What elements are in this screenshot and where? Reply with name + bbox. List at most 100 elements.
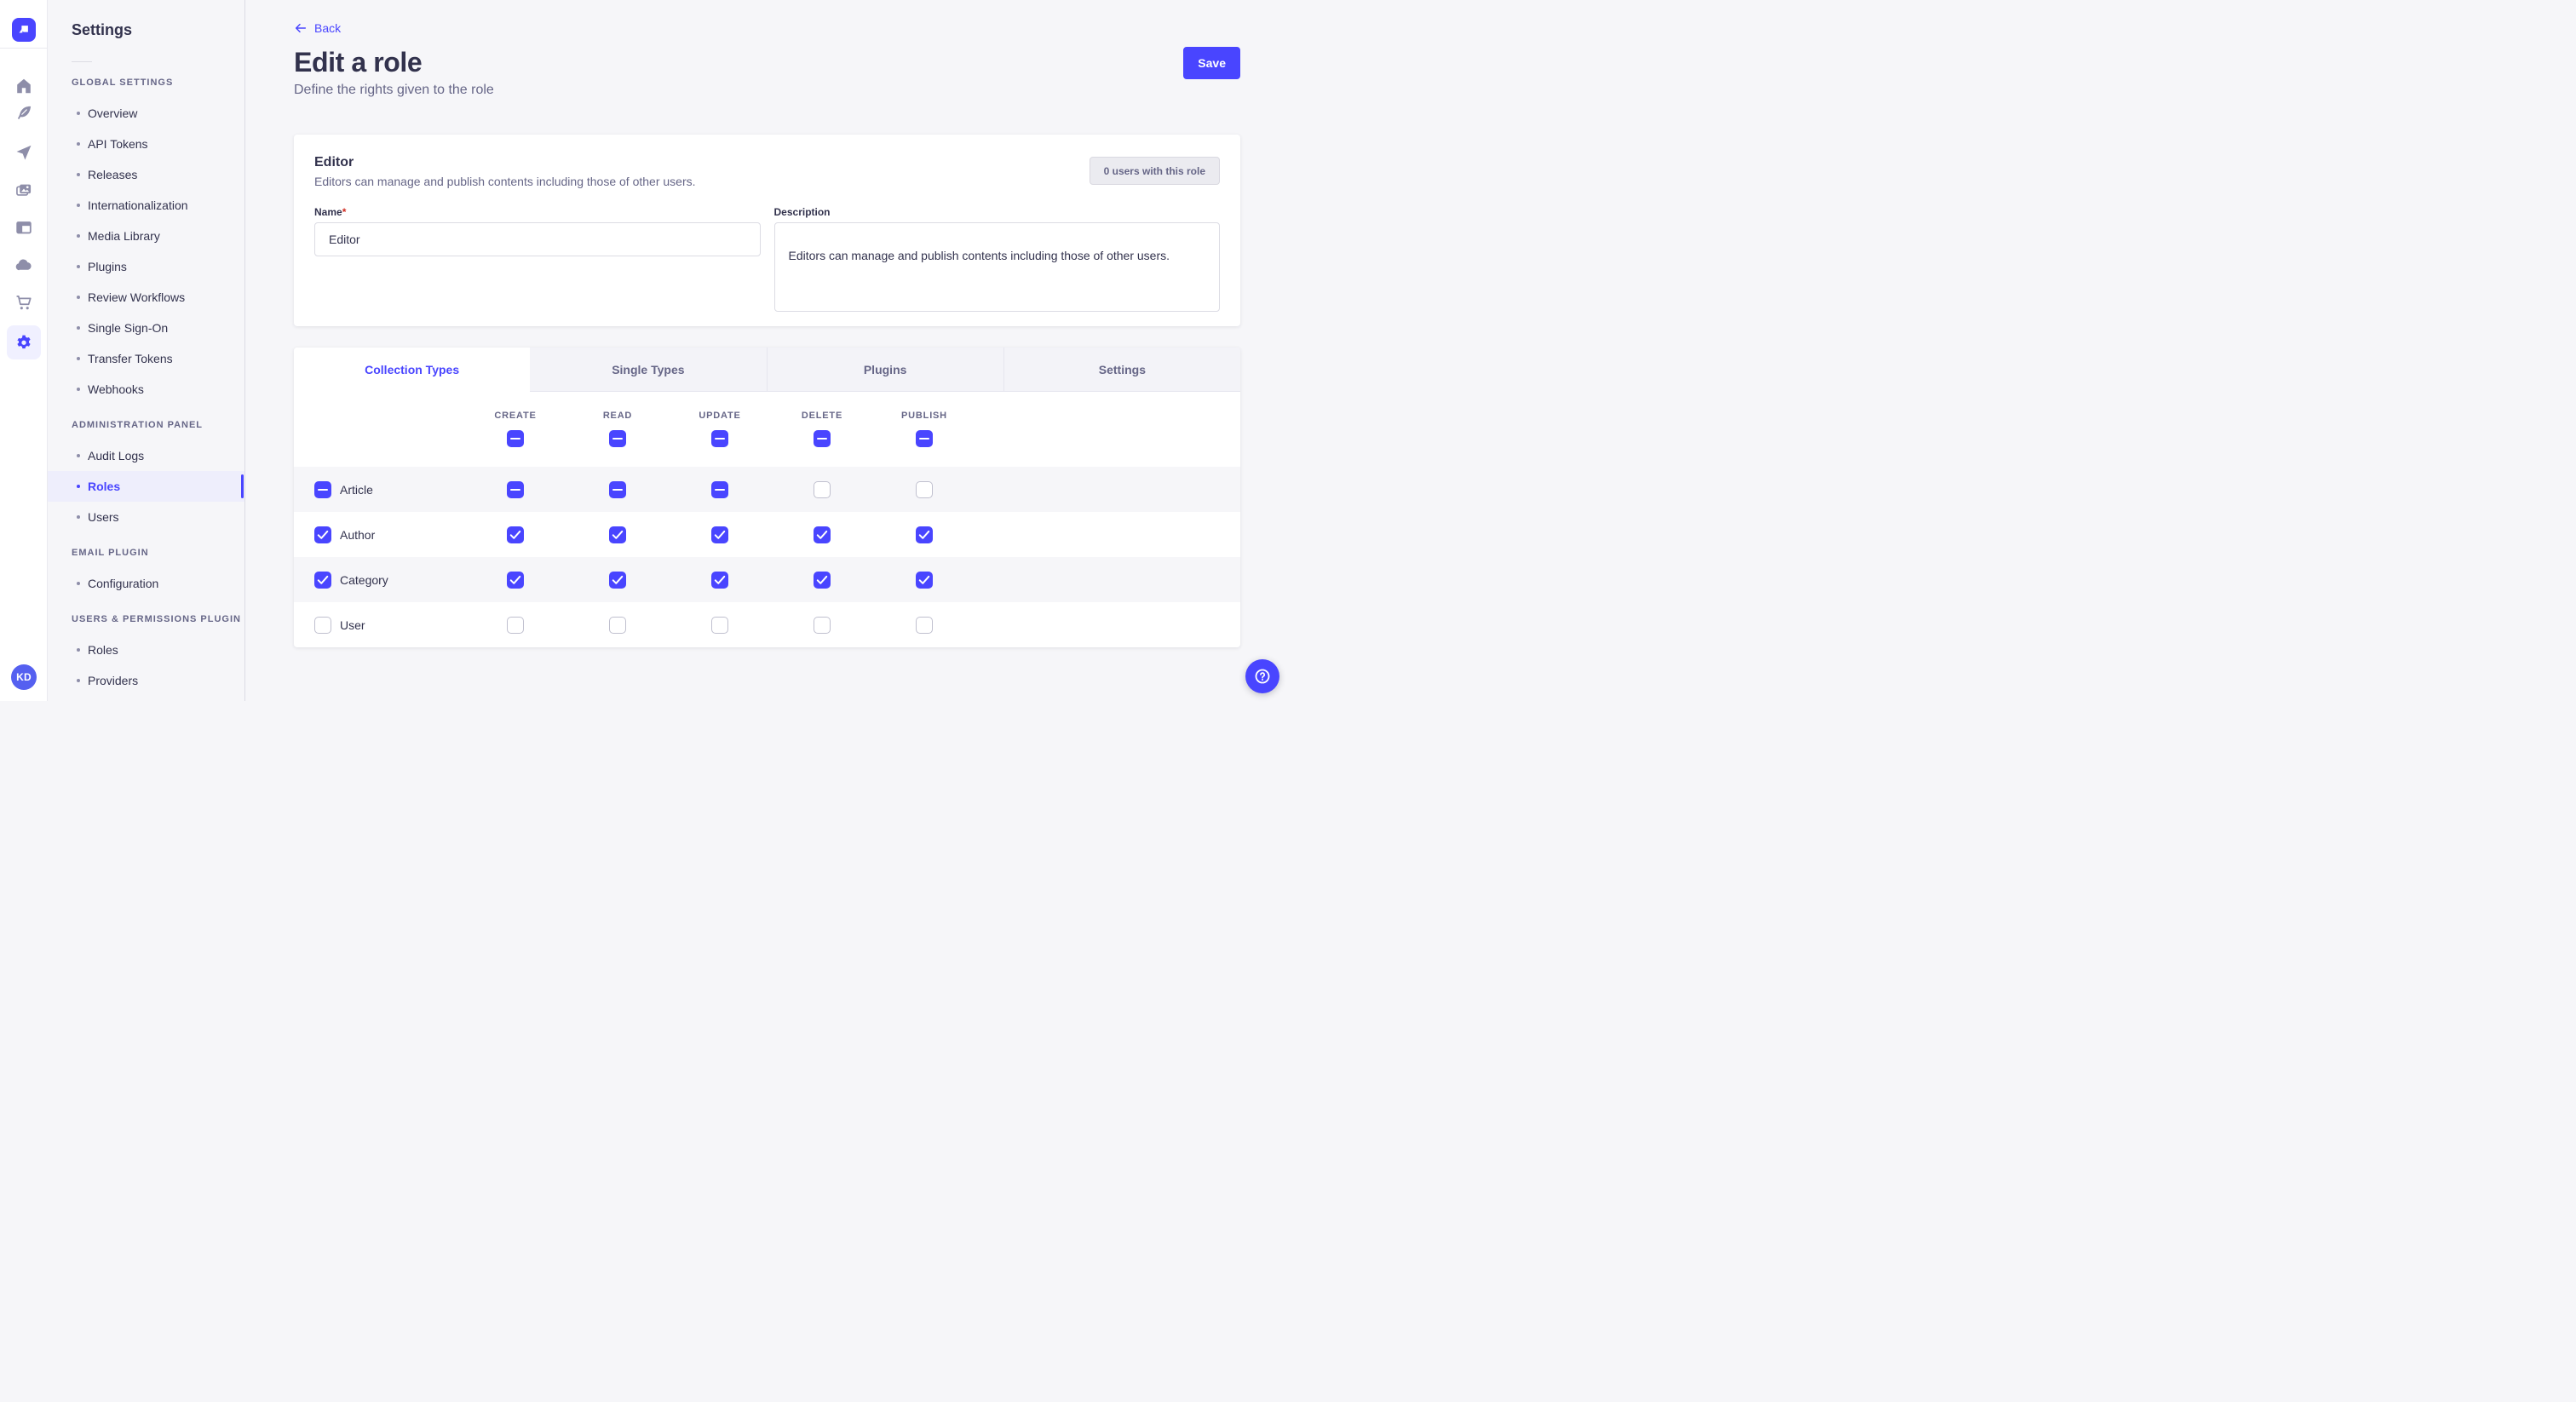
- checkbox-article-create[interactable]: [507, 481, 524, 498]
- sidebar-item-overview[interactable]: Overview: [48, 98, 244, 129]
- help-button[interactable]: [1245, 659, 1279, 693]
- checkbox-author-publish[interactable]: [916, 526, 933, 543]
- sidebar-item-single-sign-on[interactable]: Single Sign-On: [48, 313, 244, 343]
- row-checkbox-category[interactable]: [314, 572, 331, 589]
- checkbox-article-read[interactable]: [609, 481, 626, 498]
- sidebar-item-review-workflows[interactable]: Review Workflows: [48, 282, 244, 313]
- back-link[interactable]: Back: [294, 21, 341, 35]
- sidebar-item-internationalization[interactable]: Internationalization: [48, 190, 244, 221]
- tab-plugins[interactable]: Plugins: [767, 348, 1003, 392]
- checkbox-cell: [669, 430, 771, 447]
- checkbox-cell: [464, 572, 566, 589]
- column-header-delete: DELETE: [771, 411, 873, 421]
- sidebar-item-label: Media Library: [88, 229, 160, 243]
- select-all-create-checkbox[interactable]: [507, 430, 524, 447]
- sidebar-item-label: Webhooks: [88, 382, 144, 396]
- select-all-read-checkbox[interactable]: [609, 430, 626, 447]
- rail-divider: [0, 48, 48, 49]
- settings-sidebar: Settings GLOBAL SETTINGSOverviewAPI Toke…: [48, 0, 245, 701]
- tab-collection-types[interactable]: Collection Types: [294, 348, 530, 392]
- checkbox-category-create[interactable]: [507, 572, 524, 589]
- sidebar-item-users[interactable]: Users: [48, 502, 244, 532]
- save-button[interactable]: Save: [1183, 47, 1240, 79]
- checkbox-user-read[interactable]: [609, 617, 626, 634]
- select-all-delete-checkbox[interactable]: [814, 430, 831, 447]
- checkbox-user-delete[interactable]: [814, 617, 831, 634]
- column-header-read: READ: [566, 411, 669, 421]
- sidebar-item-label: Overview: [88, 106, 137, 120]
- main-nav-rail: KD: [0, 0, 48, 701]
- sidebar-item-transfer-tokens[interactable]: Transfer Tokens: [48, 343, 244, 374]
- sidebar-item-roles[interactable]: Roles: [48, 471, 244, 502]
- sidebar-item-webhooks[interactable]: Webhooks: [48, 374, 244, 405]
- tab-single-types[interactable]: Single Types: [530, 348, 766, 392]
- checkbox-cell: [669, 526, 771, 543]
- sidebar-item-label: Plugins: [88, 260, 127, 273]
- checkbox-category-publish[interactable]: [916, 572, 933, 589]
- tab-settings[interactable]: Settings: [1003, 348, 1240, 392]
- column-header-create: CREATE: [464, 411, 566, 421]
- back-label: Back: [314, 21, 341, 35]
- sidebar-item-providers[interactable]: Providers: [48, 665, 244, 696]
- checkbox-cell: [873, 430, 975, 447]
- checkbox-user-create[interactable]: [507, 617, 524, 634]
- marketplace-icon[interactable]: [0, 288, 48, 317]
- bullet-dot-icon: [77, 648, 80, 652]
- row-label: Author: [340, 528, 375, 542]
- checkbox-article-update[interactable]: [711, 481, 728, 498]
- content-type-builder-icon[interactable]: [0, 213, 48, 242]
- sidebar-item-plugins[interactable]: Plugins: [48, 251, 244, 282]
- sidebar-section-users-permissions-plugin: USERS & PERMISSIONS PLUGINRolesProviders: [48, 612, 244, 696]
- checkbox-article-delete[interactable]: [814, 481, 831, 498]
- checkbox-category-delete[interactable]: [814, 572, 831, 589]
- bullet-dot-icon: [77, 357, 80, 360]
- sidebar-item-audit-logs[interactable]: Audit Logs: [48, 440, 244, 471]
- sidebar-section-label: EMAIL PLUGIN: [48, 546, 244, 560]
- checkbox-cell: [464, 526, 566, 543]
- checkbox-cell: [873, 617, 975, 634]
- checkbox-category-update[interactable]: [711, 572, 728, 589]
- home-icon[interactable]: [0, 72, 48, 101]
- sidebar-item-label: Configuration: [88, 577, 158, 590]
- bullet-dot-icon: [77, 679, 80, 682]
- name-input[interactable]: [314, 222, 761, 256]
- strapi-logo[interactable]: [12, 18, 36, 42]
- checkbox-article-publish[interactable]: [916, 481, 933, 498]
- checkbox-author-read[interactable]: [609, 526, 626, 543]
- user-avatar[interactable]: KD: [11, 664, 37, 690]
- checkbox-author-delete[interactable]: [814, 526, 831, 543]
- select-all-publish-checkbox[interactable]: [916, 430, 933, 447]
- row-label-cell: Author: [294, 526, 464, 543]
- media-library-icon[interactable]: [0, 175, 48, 204]
- select-all-update-checkbox[interactable]: [711, 430, 728, 447]
- checkbox-user-update[interactable]: [711, 617, 728, 634]
- releases-icon[interactable]: [0, 138, 48, 167]
- sidebar-item-roles[interactable]: Roles: [48, 635, 244, 665]
- cloud-icon[interactable]: [0, 250, 48, 279]
- sidebar-item-label: Internationalization: [88, 198, 188, 212]
- bullet-dot-icon: [77, 142, 80, 146]
- description-textarea[interactable]: [774, 222, 1221, 312]
- row-checkbox-article[interactable]: [314, 481, 331, 498]
- row-label-cell: Category: [294, 572, 464, 589]
- checkbox-user-publish[interactable]: [916, 617, 933, 634]
- description-label: Description: [774, 206, 1221, 218]
- back-arrow-icon: [294, 21, 308, 35]
- checkbox-cell: [669, 617, 771, 634]
- checkbox-category-read[interactable]: [609, 572, 626, 589]
- sidebar-item-configuration[interactable]: Configuration: [48, 568, 244, 599]
- checkbox-author-create[interactable]: [507, 526, 524, 543]
- row-checkbox-author[interactable]: [314, 526, 331, 543]
- sidebar-item-releases[interactable]: Releases: [48, 159, 244, 190]
- users-with-role-button[interactable]: 0 users with this role: [1090, 157, 1220, 185]
- checkbox-author-update[interactable]: [711, 526, 728, 543]
- permission-row-user: User: [294, 602, 1240, 647]
- content-manager-icon[interactable]: [0, 99, 48, 128]
- settings-icon[interactable]: [7, 325, 41, 359]
- sidebar-item-label: Providers: [88, 674, 138, 687]
- row-checkbox-user[interactable]: [314, 617, 331, 634]
- sidebar-item-media-library[interactable]: Media Library: [48, 221, 244, 251]
- sidebar-item-api-tokens[interactable]: API Tokens: [48, 129, 244, 159]
- sidebar-item-label: Users: [88, 510, 119, 524]
- checkbox-cell: [771, 572, 873, 589]
